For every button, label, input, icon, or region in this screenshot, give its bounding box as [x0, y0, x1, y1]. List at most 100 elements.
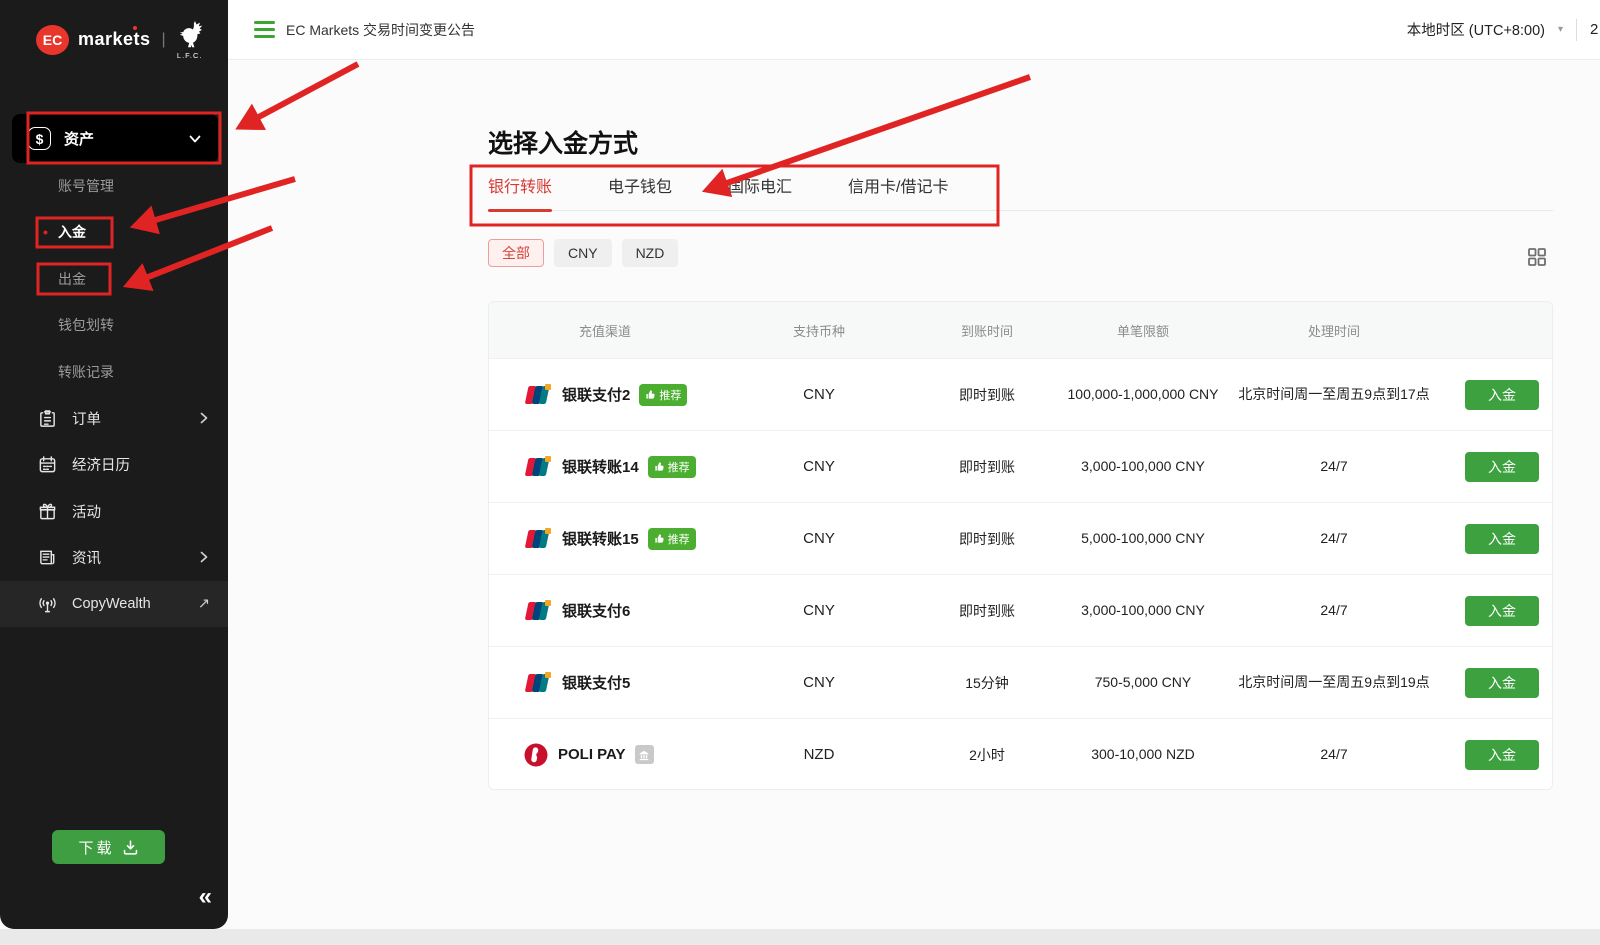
sidebar-item-economic-calendar[interactable]: 经济日历: [0, 441, 228, 487]
channel-cell: POLI PAY: [489, 742, 721, 768]
filter-all[interactable]: 全部: [488, 239, 544, 267]
filter-nzd[interactable]: NZD: [622, 239, 679, 267]
limit-cell: 300-10,000 NZD: [1057, 744, 1229, 765]
currency-cell: CNY: [721, 386, 917, 403]
col-header-channel: 充值渠道: [489, 321, 721, 340]
bank-icon: [635, 745, 654, 764]
arrival-cell: 15分钟: [917, 673, 1057, 693]
arrival-cell: 即时到账: [917, 601, 1057, 621]
copywealth-label: CopyWealth: [72, 596, 151, 612]
logo-divider: |: [162, 31, 166, 49]
sidebar-item-copywealth[interactable]: CopyWealth ↗: [0, 581, 228, 627]
processing-cell: 24/7: [1229, 528, 1439, 549]
orders-label: 订单: [72, 408, 101, 429]
external-link-icon: ↗: [198, 596, 210, 612]
ec-markets-wordmark: markets: [78, 29, 151, 50]
deposit-button[interactable]: 入金: [1465, 740, 1539, 770]
download-button[interactable]: 下载: [52, 830, 165, 864]
app-window: EC markets | L.F.C. $ 资产 账号管理 •入金 出金 钱包划…: [0, 0, 1600, 945]
limit-cell: 100,000-1,000,000 CNY: [1057, 384, 1229, 405]
currency-cell: NZD: [721, 746, 917, 763]
sidebar: EC markets | L.F.C. $ 资产 账号管理 •入金 出金 钱包划…: [0, 0, 228, 929]
sidebar-item-news[interactable]: 资讯: [0, 534, 228, 580]
channel-name: 银联转账14: [562, 456, 639, 477]
page-title: 选择入金方式: [488, 124, 638, 160]
topbar-right: 本地时区 (UTC+8:00) ▾ 2: [1407, 19, 1600, 41]
brand-area: EC markets | L.F.C.: [0, 0, 228, 60]
timezone-selector[interactable]: 本地时区 (UTC+8:00): [1407, 19, 1545, 40]
table-row: 银联支付5 CNY 15分钟 750-5,000 CNY 北京时间周一至周五9点…: [489, 646, 1552, 718]
arrival-cell: 即时到账: [917, 457, 1057, 477]
sidebar-item-assets[interactable]: $ 资产: [12, 114, 218, 163]
channel-name: 银联支付6: [562, 600, 630, 621]
deposit-channels-table: 充值渠道 支持币种 到账时间 单笔限额 处理时间 银联支付2 推荐 CNY 即时…: [488, 301, 1553, 790]
channel-name: 银联支付2: [562, 384, 630, 405]
thumbs-up-icon: [654, 533, 665, 544]
topbar-divider: [1576, 19, 1577, 41]
channel-cell: 银联支付2 推荐: [489, 384, 721, 406]
sidebar-item-transfer-records[interactable]: 转账记录: [58, 349, 114, 395]
sidebar-item-orders[interactable]: 订单: [0, 395, 228, 441]
lfc-logo: L.F.C.: [177, 20, 203, 60]
table-row: POLI PAY NZD 2小时 300-10,000 NZD 24/7 入金: [489, 718, 1552, 790]
news-icon: [36, 546, 58, 568]
economic-calendar-label: 经济日历: [72, 454, 130, 475]
broadcast-icon: [36, 593, 58, 615]
table-row: 银联支付2 推荐 CNY 即时到账 100,000-1,000,000 CNY …: [489, 358, 1552, 430]
table-header-row: 充值渠道 支持币种 到账时间 单笔限额 处理时间: [489, 302, 1552, 358]
thumbs-up-icon: [645, 389, 656, 400]
sidebar-item-deposit[interactable]: •入金: [58, 209, 86, 255]
announcement-text[interactable]: EC Markets 交易时间变更公告: [286, 20, 475, 40]
dollar-icon: $: [28, 127, 51, 150]
brand-dot: [133, 26, 137, 30]
active-bullet-icon: •: [43, 209, 48, 255]
clock-text: 2: [1590, 21, 1600, 38]
unionpay-logo-icon: [523, 384, 553, 406]
deposit-button[interactable]: 入金: [1465, 380, 1539, 410]
channel-name: POLI PAY: [558, 746, 626, 763]
recommend-badge: 推荐: [648, 456, 696, 478]
currency-filters: 全部 CNY NZD: [488, 239, 678, 267]
announcement-icon: [254, 21, 275, 38]
deposit-button[interactable]: 入金: [1465, 452, 1539, 482]
tab-international-wire[interactable]: 国际电汇: [728, 173, 792, 210]
sidebar-collapse-button[interactable]: «: [199, 883, 212, 911]
col-header-processing: 处理时间: [1229, 321, 1439, 340]
col-header-limit: 单笔限额: [1057, 321, 1229, 340]
sidebar-item-withdraw[interactable]: 出金: [58, 256, 86, 302]
deposit-method-tabs: 银行转账 电子钱包 国际电汇 信用卡/借记卡: [488, 173, 1553, 211]
channel-name: 银联转账15: [562, 528, 639, 549]
chevron-right-icon: [198, 551, 210, 563]
download-icon: [122, 839, 139, 856]
processing-cell: 北京时间周一至周五9点到19点: [1229, 672, 1439, 693]
bottom-scroll-strip: [0, 929, 1600, 945]
sidebar-item-activity[interactable]: 活动: [0, 488, 228, 534]
deposit-button[interactable]: 入金: [1465, 596, 1539, 626]
tab-credit-debit-card[interactable]: 信用卡/借记卡: [848, 173, 948, 210]
table-row: 银联支付6 CNY 即时到账 3,000-100,000 CNY 24/7 入金: [489, 574, 1552, 646]
currency-cell: CNY: [721, 458, 917, 475]
activity-label: 活动: [72, 501, 101, 522]
sidebar-item-wallet-transfer[interactable]: 钱包划转: [58, 302, 114, 348]
main-content: 选择入金方式 银行转账 电子钱包 国际电汇 信用卡/借记卡 全部 CNY NZD…: [228, 60, 1600, 929]
currency-cell: CNY: [721, 602, 917, 619]
tab-bank-transfer[interactable]: 银行转账: [488, 173, 552, 210]
limit-cell: 3,000-100,000 CNY: [1057, 600, 1229, 621]
sidebar-item-account-management[interactable]: 账号管理: [58, 163, 114, 209]
channel-cell: 银联转账15 推荐: [489, 528, 721, 550]
processing-cell: 24/7: [1229, 456, 1439, 477]
poli-logo-icon: [523, 742, 549, 768]
arrival-cell: 即时到账: [917, 385, 1057, 405]
recommend-badge: 推荐: [648, 528, 696, 550]
channel-name: 银联支付5: [562, 672, 630, 693]
download-label: 下载: [78, 837, 114, 858]
filter-cny[interactable]: CNY: [554, 239, 612, 267]
deposit-button[interactable]: 入金: [1465, 668, 1539, 698]
calendar-icon: [36, 453, 58, 475]
tab-e-wallet[interactable]: 电子钱包: [608, 173, 672, 210]
channel-cell: 银联转账14 推荐: [489, 456, 721, 478]
deposit-button[interactable]: 入金: [1465, 524, 1539, 554]
news-label: 资讯: [72, 547, 101, 568]
grid-view-icon[interactable]: [1526, 246, 1548, 273]
table-row: 银联转账15 推荐 CNY 即时到账 5,000-100,000 CNY 24/…: [489, 502, 1552, 574]
